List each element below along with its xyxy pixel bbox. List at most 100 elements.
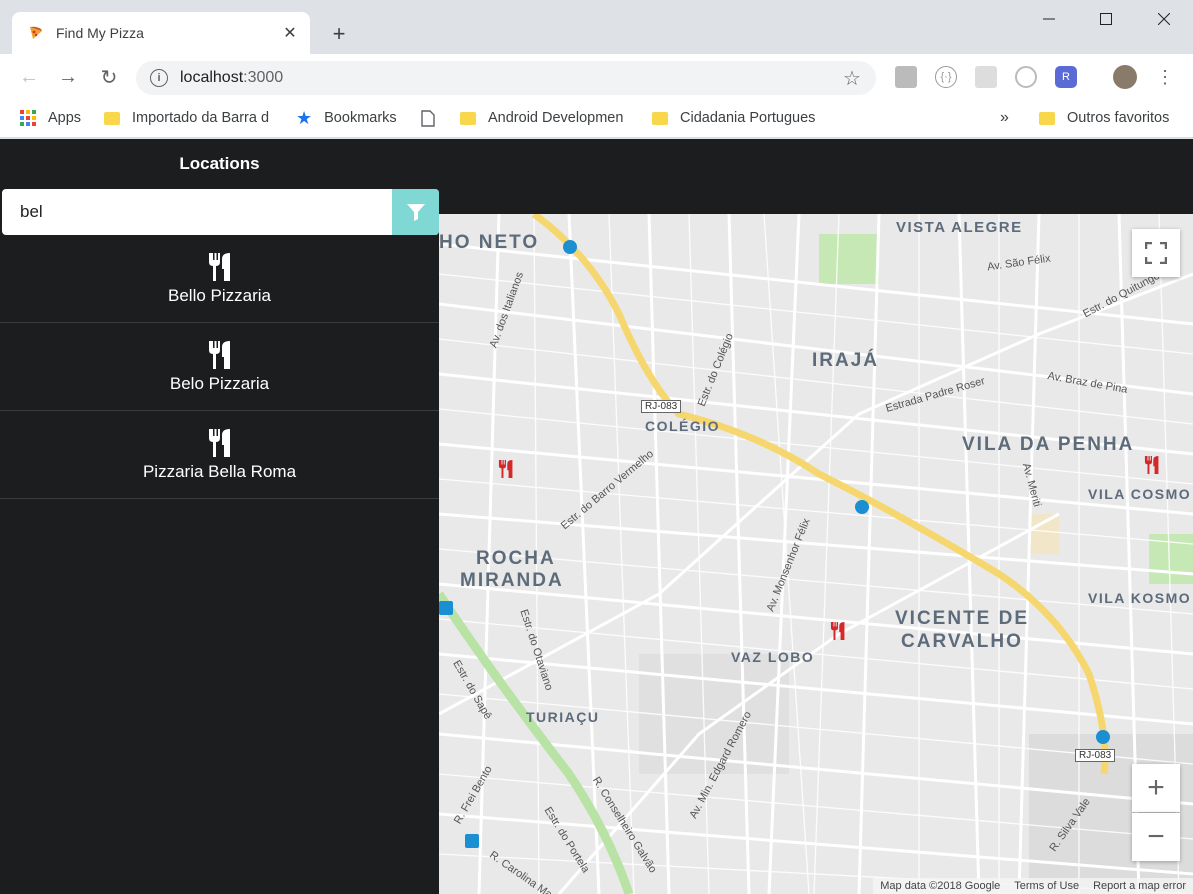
browser-toolbar: ← → ↻ i localhost:3000 ☆ {·} R ⋮	[0, 54, 1193, 100]
map-label: VAZ LOBO	[731, 649, 815, 665]
new-tab-icon[interactable]: +	[325, 20, 353, 48]
address-bar[interactable]: i localhost:3000 ☆	[136, 61, 876, 95]
results-list: Bello Pizzaria Belo Pizzaria Pizzaria Be…	[0, 235, 439, 499]
result-name: Pizzaria Bella Roma	[142, 461, 297, 481]
map-data-credit: Map data ©2018 Google	[880, 880, 1001, 892]
metro-station-icon	[1096, 730, 1110, 744]
bookmarks-bar: Apps Importado da Barra d ★ Bookmarks And…	[0, 100, 1193, 138]
map-label: HO NETO	[439, 232, 540, 253]
map-label: IRAJÁ	[812, 350, 880, 371]
map-label: VILA COSMO	[1088, 486, 1192, 502]
minimize-icon[interactable]	[1020, 0, 1078, 38]
profile-avatar[interactable]	[1113, 65, 1137, 89]
extension-r-icon[interactable]: R	[1055, 66, 1077, 88]
zoom-out-button[interactable]: −	[1132, 813, 1180, 861]
page-icon	[421, 109, 435, 127]
folder-icon	[460, 111, 476, 125]
map-canvas[interactable]: HO NETO VISTA ALEGRE Av. São Félix Estr.…	[439, 214, 1193, 894]
browser-window: Find My Pizza ✕ + ← → ↻ i localhost:3000…	[0, 0, 1193, 894]
sidebar-title: Locations	[179, 154, 260, 173]
bookmark-outros[interactable]: Outros favoritos	[1039, 108, 1169, 128]
search-input[interactable]	[2, 189, 392, 235]
metro-station-icon	[855, 500, 869, 514]
map-label: VILA DA PENHA	[962, 434, 1135, 455]
train-station-icon	[465, 834, 479, 848]
metro-station-icon	[563, 240, 577, 254]
bookmark-label: Importado da Barra d	[132, 110, 270, 126]
filter-button[interactable]	[392, 189, 439, 235]
map-label: ROCHA	[476, 548, 556, 569]
result-name: Belo Pizzaria	[169, 373, 270, 393]
reload-icon[interactable]: ↻	[94, 62, 124, 92]
bookmark-android[interactable]: Android Developmen	[460, 108, 630, 128]
extension-target-icon[interactable]	[1015, 66, 1037, 88]
close-tab-icon[interactable]: ✕	[280, 23, 300, 43]
bookmark-page[interactable]	[421, 108, 435, 128]
bookmark-star-icon[interactable]: ☆	[840, 66, 864, 91]
park-area	[819, 234, 879, 284]
map-label: MIRANDA	[460, 570, 564, 591]
search-bar	[2, 189, 439, 235]
fullscreen-button[interactable]	[1132, 229, 1180, 277]
star-icon: ★	[296, 108, 313, 128]
train-station-icon	[439, 601, 453, 615]
bookmark-importado[interactable]: Importado da Barra d	[104, 108, 274, 128]
extension-json-icon[interactable]: {·}	[935, 66, 957, 88]
site-info-icon[interactable]: i	[150, 69, 168, 87]
bookmark-label: Outros favoritos	[1067, 110, 1170, 126]
folder-icon	[1039, 111, 1055, 125]
map-label: RJ-083	[641, 400, 682, 413]
map-label: VILA KOSMO	[1088, 590, 1192, 606]
forward-icon[interactable]: →	[53, 62, 83, 92]
utensils-icon	[208, 428, 230, 457]
map-label: RJ-083	[1075, 749, 1116, 762]
url-host: localhost	[180, 69, 244, 86]
list-item[interactable]: Pizzaria Bella Roma	[0, 411, 439, 499]
bookmark-label: Cidadania Portugues	[680, 110, 816, 126]
extension-pocket-icon[interactable]	[895, 66, 917, 88]
tab-title: Find My Pizza	[56, 25, 144, 41]
maximize-icon[interactable]	[1077, 0, 1135, 38]
back-icon[interactable]: ←	[14, 62, 44, 92]
area-fill	[1029, 514, 1059, 554]
bookmarks-overflow[interactable]: »	[1000, 108, 1009, 128]
bookmark-label: Android Developmen	[488, 110, 624, 126]
url-text[interactable]: localhost:3000	[180, 69, 840, 87]
bookmark-cidadania[interactable]: Cidadania Portugues	[652, 108, 822, 128]
map-label: CARVALHO	[901, 631, 1023, 652]
bookmark-bookmarks[interactable]: ★ Bookmarks	[296, 108, 397, 128]
utensils-icon	[208, 252, 230, 281]
map-attribution: Map data ©2018 Google Terms of Use Repor…	[873, 878, 1193, 894]
result-name: Bello Pizzaria	[168, 285, 271, 305]
map-label: TURIAÇU	[526, 709, 600, 725]
restaurant-marker-icon[interactable]	[829, 620, 847, 642]
url-port: :3000	[243, 69, 284, 86]
restaurant-marker-icon[interactable]	[1143, 454, 1161, 476]
utensils-icon	[208, 340, 230, 369]
close-window-icon[interactable]	[1135, 0, 1193, 38]
bookmark-apps[interactable]: Apps	[20, 108, 81, 128]
locations-sidebar: Locations Bello Pizzaria Belo Pizzaria	[0, 139, 439, 894]
map-label: COLÉGIO	[645, 418, 721, 434]
apps-grid-icon	[20, 110, 36, 126]
filter-funnel-icon	[406, 204, 425, 221]
folder-icon	[652, 111, 668, 125]
bookmark-label: Bookmarks	[324, 110, 397, 126]
folder-icon	[104, 111, 120, 125]
bookmark-label: Apps	[48, 110, 82, 126]
restaurant-marker-icon[interactable]	[497, 458, 515, 480]
list-item[interactable]: Belo Pizzaria	[0, 323, 439, 411]
map-label: VICENTE DE	[895, 608, 1030, 629]
map-label: VISTA ALEGRE	[896, 219, 1023, 236]
report-error-link[interactable]: Report a map error	[1086, 880, 1193, 892]
list-item[interactable]: Bello Pizzaria	[0, 235, 439, 323]
fullscreen-icon	[1145, 242, 1167, 264]
menu-kebab-icon[interactable]: ⋮	[1150, 62, 1180, 92]
extension-grid-icon[interactable]	[975, 66, 997, 88]
terms-link[interactable]: Terms of Use	[1007, 880, 1086, 892]
tab-strip: Find My Pizza ✕ +	[0, 0, 1193, 54]
app-page: Locations Bello Pizzaria Belo Pizzaria	[0, 139, 1193, 894]
tab-find-my-pizza[interactable]: Find My Pizza ✕	[12, 12, 310, 54]
pizza-favicon-icon	[30, 26, 42, 39]
zoom-in-button[interactable]: +	[1132, 764, 1180, 812]
